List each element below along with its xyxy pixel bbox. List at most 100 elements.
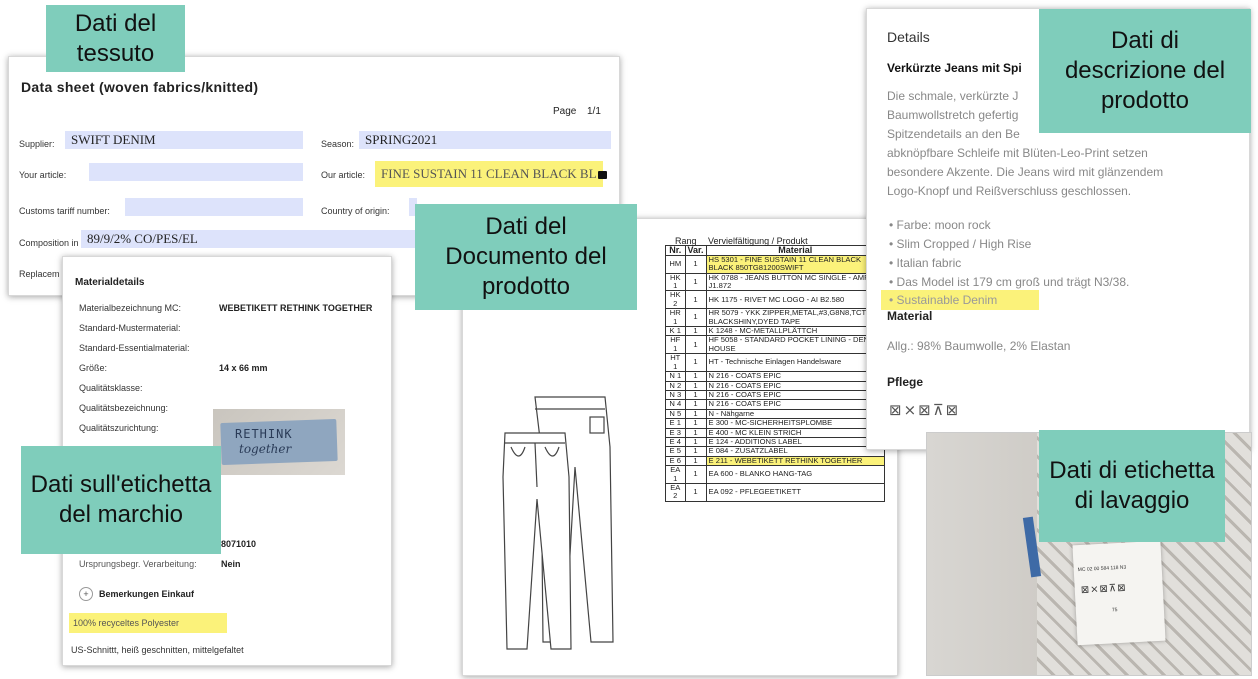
label-text-rethink: RETHINK — [235, 427, 293, 441]
supplier-field[interactable]: SWIFT DENIM — [65, 131, 303, 149]
bom-cell-nr: E 5 — [665, 446, 686, 457]
expand-icon[interactable]: + — [79, 587, 93, 601]
customs-field[interactable] — [125, 198, 303, 216]
bom-cell-nr: N 2 — [665, 380, 686, 391]
bemerkungen-heading[interactable]: Bemerkungen Einkauf — [99, 589, 194, 599]
bom-col-var: Var. — [684, 245, 707, 256]
customs-label: Customs tariff number: — [19, 206, 110, 216]
bom-cell-material: HS 5301 - FINE SUSTAIN 11 CLEAN BLACK BL… — [705, 254, 886, 274]
bom-cell-material: EA 092 - PFLEGEETIKETT — [705, 482, 886, 502]
material-row-label: Qualitätsklasse: — [79, 383, 143, 393]
country-label: Country of origin: — [321, 206, 390, 216]
care-heading: Pflege — [887, 375, 924, 389]
bom-row: N 11N 216 - COATS EPIC — [665, 371, 886, 382]
bom-cell-var: 1 — [684, 399, 707, 410]
care-label: MC 02 00 584 118 N3 ⊠⨯⊠⊼⊠ 75 — [1072, 540, 1166, 646]
bom-cell-nr: N 4 — [665, 399, 686, 410]
page-label: Page — [553, 106, 577, 117]
callout-description: Dati di descrizione del prodotto — [1039, 9, 1251, 133]
bom-cell-material: E 300 - MC-SICHERHEITSPLOMBE — [705, 418, 886, 429]
material-title: Materialdetails — [75, 277, 145, 288]
recycled-note: 100% recyceltes Polyester — [69, 613, 227, 633]
bom-cell-material: HT - Technische Einlagen Handelsware — [705, 353, 886, 373]
bullet-item: • Slim Cropped / High Rise — [889, 237, 1032, 251]
material-row-label: Standard-Mustermaterial: — [79, 323, 181, 333]
bom-cell-nr: EA 1 — [665, 465, 686, 484]
your-article-field[interactable] — [89, 163, 303, 181]
woven-label-image: RETHINK together — [213, 409, 345, 475]
sustainable-text: Sustainable Denim — [896, 293, 998, 307]
bom-row: HK 2 1 HK 1175 - RIVET MC LOGO - AI B2.580 — [665, 290, 886, 310]
bom-col-nr: Nr. — [665, 245, 686, 256]
bom-cell-var: 1 — [684, 353, 707, 373]
material-row-value: WEBETIKETT RETHINK TOGETHER — [219, 303, 373, 313]
material-row-label: Größe: — [79, 363, 108, 373]
replacement-label: Replacem — [19, 269, 60, 279]
your-article-label: Your article: — [19, 170, 67, 180]
datasheet-title: Data sheet (woven fabrics/knitted) — [21, 79, 259, 95]
bom-cell-var: 1 — [684, 254, 707, 274]
bom-cell-var: 1 — [684, 465, 707, 484]
season-label: Season: — [321, 139, 355, 149]
material-row-label: Standard-Essentialmaterial: — [79, 343, 190, 353]
bom-cell-nr: HK 2 — [665, 290, 686, 310]
bom-cell-material: N 216 - COATS EPIC — [705, 371, 886, 382]
bom-cell-material: HF 5058 - STANDARD POCKET LINING - DENIM… — [705, 335, 886, 355]
cut-note: US-Schnittt, heiß geschnitten, mittelgef… — [71, 645, 244, 655]
material-heading: Material — [887, 309, 933, 323]
sustainable-item: • Sustainable Denim — [881, 290, 1039, 310]
bom-cell-material: N 216 - COATS EPIC — [705, 399, 886, 410]
bullet-text: Italian fabric — [896, 256, 962, 270]
care-label-text: MC 02 00 584 118 N3 — [1077, 564, 1127, 574]
material-row-label: Qualitätsbezeichnung: — [79, 403, 169, 413]
care-label-symbols-icon: ⊠⨯⊠⊼⊠ — [1080, 582, 1127, 596]
description-line: Logo-Knopf und Reißverschluss geschlosse… — [887, 184, 1132, 198]
bom-row: HK 1 1 HK 0788 - JEANS BUTTON MC SINGLE - … — [665, 272, 886, 292]
origin-value: Nein — [221, 559, 241, 569]
bom-cell-material: N 216 - COATS EPIC — [705, 380, 886, 391]
bom-cell-nr: HF 1 — [665, 335, 686, 355]
product-title: Verkürzte Jeans mit Spi — [887, 61, 1022, 75]
bom-cell-var: 1 — [684, 326, 707, 337]
bom-cell-nr: HK 1 — [665, 272, 686, 292]
bullet-item: • Farbe: moon rock — [889, 218, 991, 232]
description-line: Baumwollstretch gefertig — [887, 108, 1019, 122]
bullet-text: Das Model ist 179 cm groß und trägt N3/3… — [896, 275, 1130, 289]
composition-field[interactable]: 89/9/2% CO/PES/EL — [81, 230, 415, 248]
bullet-item: • Italian fabric — [889, 256, 962, 270]
origin-label: Ursprungsbegr. Verarbeitung: — [79, 559, 197, 569]
bom-cell-nr: N 1 — [665, 371, 686, 382]
lock-icon — [598, 171, 607, 179]
season-field[interactable]: SPRING2021 — [359, 131, 611, 149]
bom-cell-var: 1 — [684, 482, 707, 502]
bom-row: HM 1 HS 5301 - FINE SUSTAIN 11 CLEAN BLACK… — [665, 254, 886, 274]
bom-cell-var: 1 — [684, 455, 707, 467]
bom-cell-var: 1 — [684, 446, 707, 457]
our-article-field[interactable]: FINE SUSTAIN 11 CLEAN BLACK BL — [375, 161, 603, 187]
bom-cell-var: 1 — [684, 371, 707, 382]
bom-row: EA 1 1 EA 600 - BLANKO HANG-TAG — [665, 465, 886, 484]
bom-cell-material: HK 1175 - RIVET MC LOGO - AI B2.580 — [705, 290, 886, 310]
bom-cell-nr: EA 2 — [665, 482, 686, 502]
bom-table: Rang Vervielfältigung / Produkt Nr. Var.… — [665, 237, 886, 502]
care-label-number: 75 — [1111, 607, 1118, 614]
bom-cell-material: EA 600 - BLANKO HANG-TAG — [705, 465, 886, 484]
bom-cell-material: E 084 - ZUSATZLABEL — [705, 446, 886, 457]
bom-row: N 41N 216 - COATS EPIC — [665, 399, 886, 410]
bom-cell-nr: HT 1 — [665, 353, 686, 373]
description-line: Die schmale, verkürzte J — [887, 89, 1019, 103]
bom-row: HR 1 1 HR 5079 - YKK ZIPPER,METAL,#3,G8N8,… — [665, 308, 886, 328]
bom-col-material: Material — [705, 245, 886, 256]
callout-brand-label: Dati sull'etichetta del marchio — [21, 446, 221, 554]
supplier-label: Supplier: — [19, 139, 55, 149]
bom-cell-var: 1 — [684, 308, 707, 328]
care-symbols-icon: ⊠⨯⊠⊼⊠ — [889, 401, 961, 419]
material-composition: Allg.: 98% Baumwolle, 2% Elastan — [887, 339, 1071, 353]
bom-cell-nr: HR 1 — [665, 308, 686, 328]
bom-cell-var: 1 — [684, 272, 707, 292]
bom-cell-var: 1 — [684, 380, 707, 391]
bom-cell-var: 1 — [684, 418, 707, 429]
bom-row: E 61E 211 - WEBETIKETT RETHINK TOGETHER — [665, 455, 886, 467]
bom-row: HF 1 1 HF 5058 - STANDARD POCKET LINING - … — [665, 335, 886, 355]
details-title: Details — [887, 29, 930, 45]
